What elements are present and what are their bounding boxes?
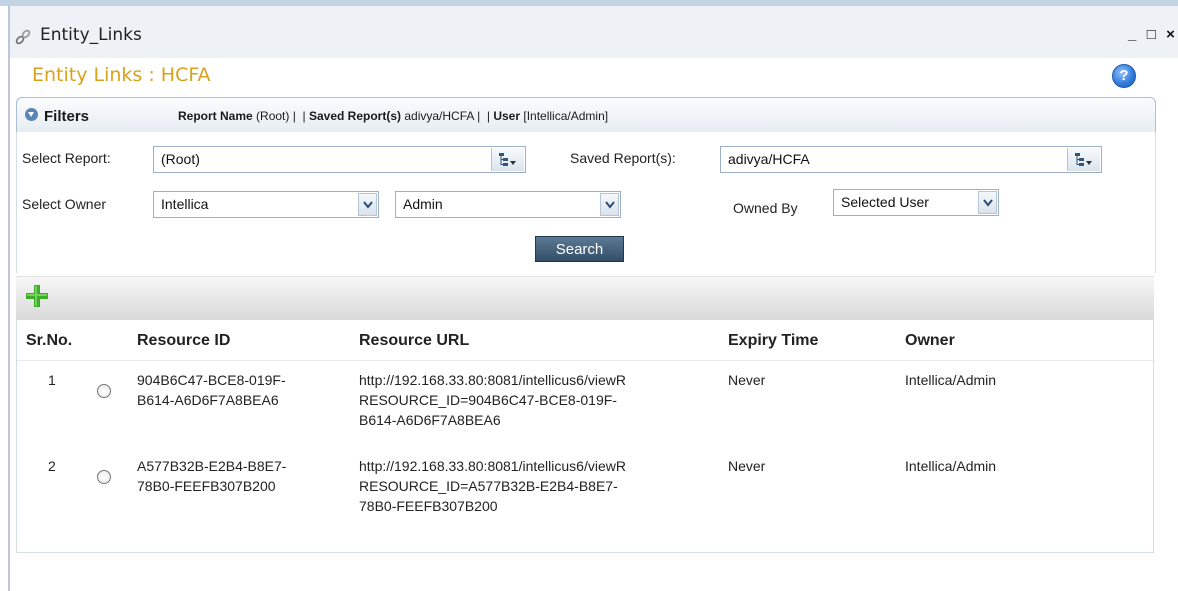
chevron-down-icon <box>605 201 615 209</box>
row-owner: Intellica/Admin <box>905 372 997 388</box>
column-header-expiry-time[interactable]: Expiry Time <box>728 332 818 350</box>
owned-by-select[interactable]: Selected User <box>833 189 999 216</box>
row-select-radio[interactable] <box>97 384 111 398</box>
summary-separator: | <box>477 109 481 123</box>
maximize-button[interactable]: □ <box>1145 26 1159 43</box>
row-sr-no: 1 <box>48 372 56 388</box>
select-report-value: (Root) <box>161 151 200 167</box>
summary-user-value: [Intellica/Admin] <box>523 109 609 123</box>
owned-by-dropdown-button[interactable] <box>978 191 997 214</box>
search-button[interactable]: Search <box>535 236 624 262</box>
summary-saved-value: adivya/HCFA <box>404 109 474 123</box>
row-resource-url[interactable]: B614-A6D6F7A8BEA6 <box>359 410 501 430</box>
owner-dropdown-button[interactable] <box>358 193 377 216</box>
owned-by-value: Selected User <box>841 194 929 210</box>
row-owner: Intellica/Admin <box>905 458 997 474</box>
summary-separator: | <box>292 109 296 123</box>
row-resource-id: 904B6C47-BCE8-019F- <box>137 372 286 388</box>
row-expiry-time: Never <box>728 458 766 474</box>
select-report-field[interactable]: (Root) <box>153 146 526 173</box>
window-footer <box>10 553 1178 591</box>
select-report-label: Select Report: <box>22 150 111 166</box>
saved-reports-value: adivya/HCFA <box>728 151 810 167</box>
column-header-resource-url[interactable]: Resource URL <box>359 332 469 350</box>
help-icon[interactable]: ? <box>1112 64 1136 88</box>
window-left-border <box>8 6 10 591</box>
user-select[interactable]: Admin <box>395 191 621 218</box>
row-sr-no: 2 <box>48 458 56 474</box>
summary-saved-label: Saved Report(s) <box>308 109 402 123</box>
summary-user-label: User <box>493 109 521 123</box>
user-select-value: Admin <box>403 196 443 212</box>
close-button[interactable]: × <box>1164 26 1178 43</box>
saved-reports-field[interactable]: adivya/HCFA <box>720 146 1102 173</box>
row-resource-id: A577B32B-E2B4-B8E7- <box>137 458 287 474</box>
filters-bar: Filters Report Name (Root) | | Saved Rep… <box>16 97 1156 133</box>
column-header-resource-id[interactable]: Resource ID <box>137 332 230 350</box>
summary-report-name-value: (Root) <box>256 109 290 123</box>
owner-select-value: Intellica <box>161 196 209 212</box>
row-resource-id: B614-A6D6F7A8BEA6 <box>137 392 279 408</box>
summary-report-name-label: Report Name <box>178 109 253 123</box>
filters-toggle[interactable]: Filters <box>44 108 89 125</box>
owner-select[interactable]: Intellica <box>153 191 379 218</box>
report-tree-picker-button[interactable] <box>491 148 524 171</box>
tree-picker-icon <box>1075 153 1092 166</box>
filters-summary: Report Name (Root) | | Saved Report(s) a… <box>178 109 608 123</box>
user-dropdown-button[interactable] <box>600 193 619 216</box>
summary-separator: | <box>486 109 490 123</box>
page-title: Entity Links : HCFA <box>32 64 211 86</box>
saved-reports-label: Saved Report(s): <box>570 150 676 166</box>
row-resource-id: 78B0-FEEFB307B200 <box>137 478 276 494</box>
link-chain-icon <box>15 29 31 45</box>
collapse-arrow-icon[interactable] <box>25 108 38 121</box>
window-controls: _ □ × <box>1126 26 1178 43</box>
row-select-radio[interactable] <box>97 470 111 484</box>
window-title: Entity_Links <box>40 25 142 45</box>
saved-reports-tree-picker-button[interactable] <box>1067 148 1100 171</box>
chevron-down-icon <box>363 201 373 209</box>
select-owner-label: Select Owner <box>22 196 107 212</box>
window-titlebar: Entity_Links _ □ × <box>10 6 1178 58</box>
filter-panel: Select Report: (Root) Saved Report(s): a… <box>16 132 1156 273</box>
entity-links-table: Sr.No. Resource ID Resource URL Expiry T… <box>16 320 1155 553</box>
minimize-button[interactable]: _ <box>1126 26 1140 43</box>
row-resource-url[interactable]: RESOURCE_ID=904B6C47-BCE8-019F- <box>359 390 617 410</box>
chevron-down-icon <box>983 199 993 207</box>
row-resource-url[interactable]: http://192.168.33.80:8081/intellicus6/vi… <box>359 370 626 390</box>
header-divider <box>17 360 1155 361</box>
row-resource-url[interactable]: http://192.168.33.80:8081/intellicus6/vi… <box>359 456 626 476</box>
column-header-owner[interactable]: Owner <box>905 332 955 350</box>
row-expiry-time: Never <box>728 372 766 388</box>
row-resource-url[interactable]: RESOURCE_ID=A577B32B-E2B4-B8E7- <box>359 476 618 496</box>
tree-picker-icon <box>499 153 516 166</box>
grid-toolbar <box>16 276 1154 321</box>
summary-separator: | <box>302 109 306 123</box>
owned-by-label: Owned By <box>733 200 798 216</box>
row-resource-url[interactable]: 78B0-FEEFB307B200 <box>359 496 498 516</box>
plus-icon[interactable] <box>25 284 49 308</box>
column-header-sr-no[interactable]: Sr.No. <box>26 332 72 350</box>
